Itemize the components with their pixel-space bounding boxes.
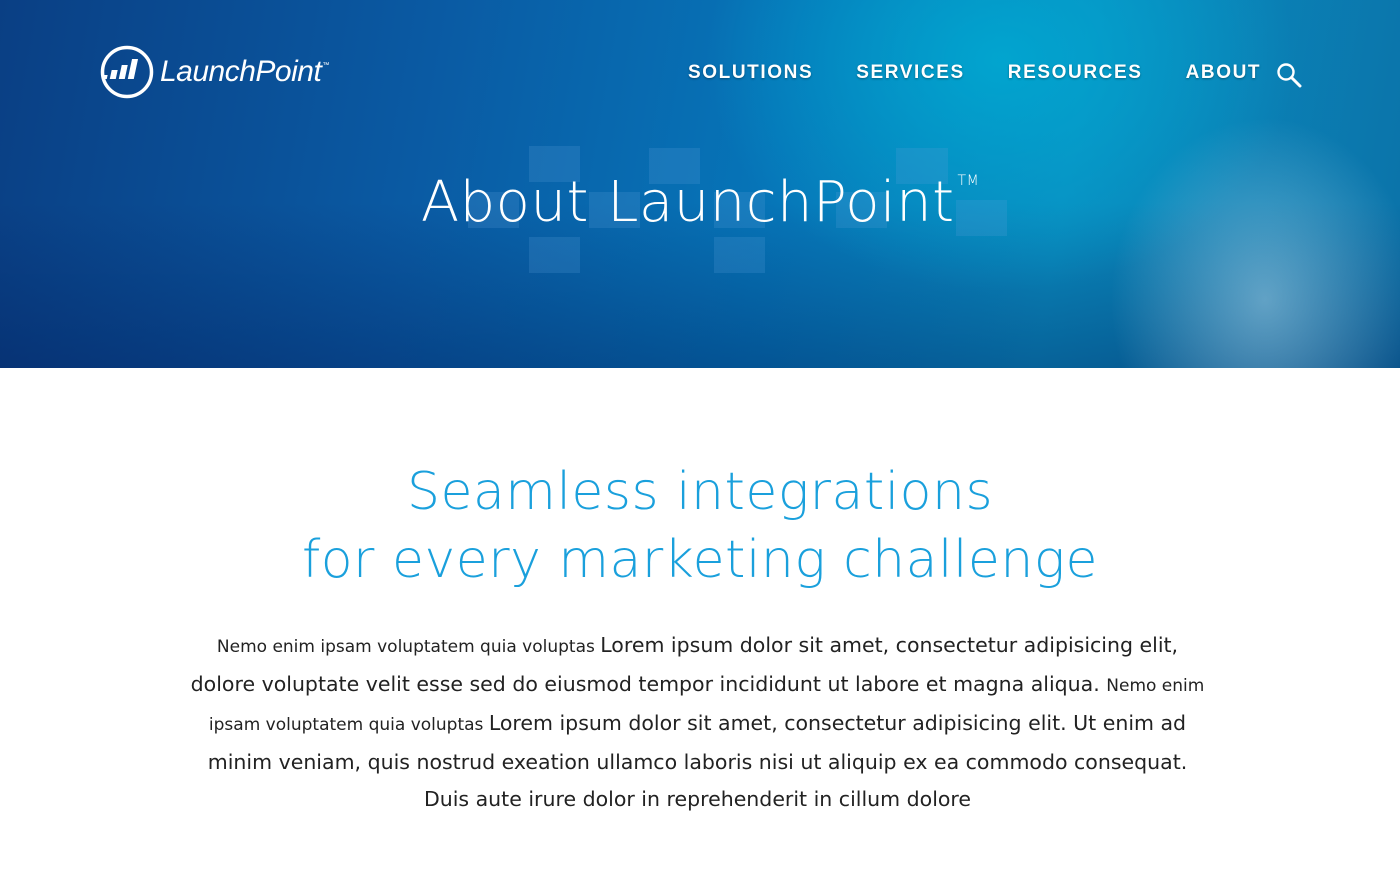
brand-name: LaunchPoint™ — [160, 55, 329, 88]
body-paragraph: Nemo enim ipsam voluptatem quia voluptas… — [190, 627, 1205, 818]
logo-link[interactable]: LaunchPoint™ — [100, 44, 329, 100]
brand-trademark: ™ — [322, 62, 329, 69]
nav-item-about[interactable]: ABOUT — [1186, 62, 1262, 84]
decorative-tile — [714, 237, 765, 273]
main-nav: SOLUTIONS SERVICES RESOURCES ABOUT — [688, 62, 1304, 84]
hero-title: About LaunchPoint TM — [0, 170, 1400, 235]
decorative-tile — [529, 237, 580, 273]
hero-title-text: About LaunchPoint — [420, 170, 955, 235]
headline-line-2: for every marketing challenge — [301, 530, 1099, 590]
body-segment-small: Nemo enim ipsam voluptatem quia voluptas — [216, 637, 601, 657]
launchpoint-logo-icon — [100, 45, 154, 99]
search-icon[interactable] — [1276, 62, 1302, 88]
hero-trademark: TM — [957, 173, 980, 189]
hero-banner: LaunchPoint™ SOLUTIONS SERVICES RESOURCE… — [0, 0, 1400, 368]
nav-item-solutions[interactable]: SOLUTIONS — [688, 62, 813, 84]
section-headline: Seamless integrations for every marketin… — [0, 458, 1400, 594]
nav-item-services[interactable]: SERVICES — [856, 62, 965, 84]
headline-line-1: Seamless integrations — [406, 462, 994, 522]
nav-item-resources[interactable]: RESOURCES — [1008, 62, 1143, 84]
